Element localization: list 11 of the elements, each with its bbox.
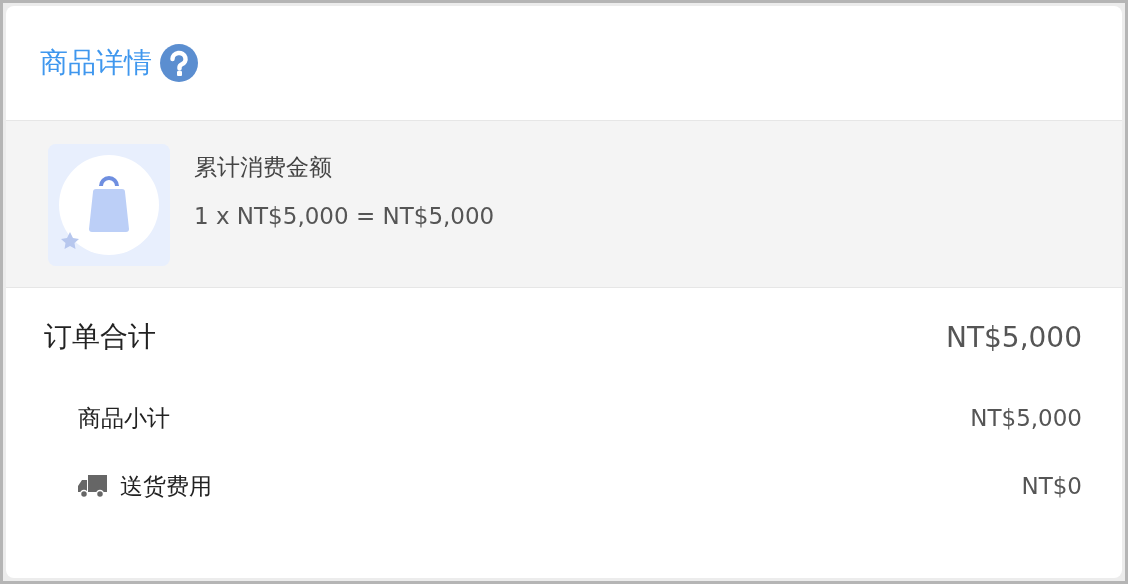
fee-value: NT$0 — [1021, 473, 1082, 499]
total-label: 订单合计 — [44, 319, 156, 355]
item-price-detail: 1 x NT$5,000 = NT$5,000 — [194, 203, 495, 229]
truck-icon — [78, 473, 108, 499]
fee-label: 商品小计 — [78, 403, 170, 433]
fee-value: NT$5,000 — [970, 405, 1082, 431]
section-title: 商品详情 — [40, 45, 152, 81]
fee-label: 送货费用 — [120, 471, 212, 501]
item-name: 累计消费金额 — [194, 153, 333, 182]
help-icon[interactable] — [160, 44, 198, 82]
total-value: NT$5,000 — [945, 320, 1082, 354]
